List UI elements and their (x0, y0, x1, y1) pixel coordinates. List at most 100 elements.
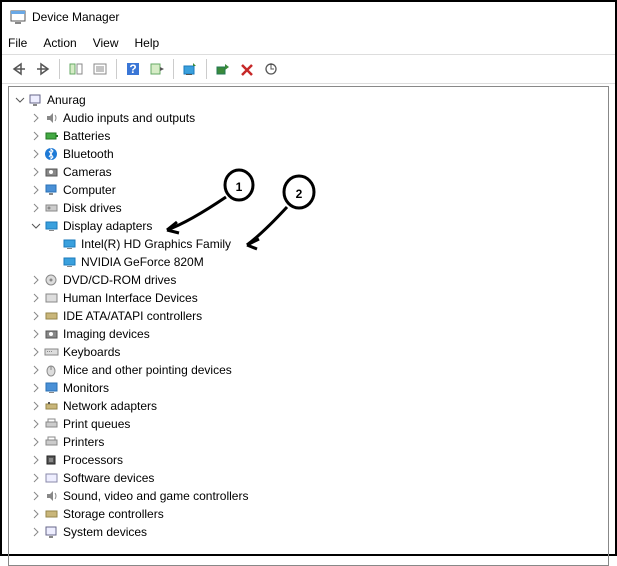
tree-item-system[interactable]: System devices (9, 523, 608, 541)
tree-item-hid[interactable]: Human Interface Devices (9, 289, 608, 307)
tree-item-batteries[interactable]: Batteries (9, 127, 608, 145)
tree-item-display-adapters[interactable]: Display adapters (9, 217, 608, 235)
toolbar-separator (116, 59, 117, 79)
expand-icon[interactable] (29, 311, 43, 321)
tree-item-imaging[interactable]: Imaging devices (9, 325, 608, 343)
menu-action[interactable]: Action (43, 36, 76, 50)
display-adapter-icon (61, 254, 79, 270)
speaker-icon (43, 110, 61, 126)
expand-icon[interactable] (29, 167, 43, 177)
expand-icon[interactable] (29, 419, 43, 429)
root-node[interactable]: Anurag (9, 91, 608, 109)
display-adapter-icon (61, 236, 79, 252)
tree-item-ide[interactable]: IDE ATA/ATAPI controllers (9, 307, 608, 325)
tree-item-label: NVIDIA GeForce 820M (81, 255, 204, 269)
tree-item-monitors[interactable]: Monitors (9, 379, 608, 397)
expand-icon[interactable] (29, 365, 43, 375)
expand-icon[interactable] (29, 527, 43, 537)
tree-item-label: Bluetooth (63, 147, 114, 161)
tree-item-label: System devices (63, 525, 147, 539)
expand-icon[interactable] (29, 149, 43, 159)
tree-item-audio[interactable]: Audio inputs and outputs (9, 109, 608, 127)
toolbar-separator (206, 59, 207, 79)
hid-icon (43, 290, 61, 306)
forward-button[interactable] (32, 58, 54, 80)
computer-icon (27, 92, 45, 108)
collapse-icon[interactable] (29, 221, 43, 231)
tree-item-mice[interactable]: Mice and other pointing devices (9, 361, 608, 379)
expand-icon[interactable] (29, 455, 43, 465)
titlebar: Device Manager (2, 2, 615, 32)
monitor-icon (43, 380, 61, 396)
tree-item-label: Display adapters (63, 219, 152, 233)
tree-item-label: Cameras (63, 165, 112, 179)
imaging-icon (43, 326, 61, 342)
expand-icon[interactable] (29, 347, 43, 357)
svg-text:?: ? (129, 62, 136, 76)
scan-hardware-button[interactable] (260, 58, 282, 80)
expand-icon[interactable] (29, 293, 43, 303)
expand-icon[interactable] (29, 329, 43, 339)
tree-item-label: Intel(R) HD Graphics Family (81, 237, 231, 251)
tree-item-disk-drives[interactable]: Disk drives (9, 199, 608, 217)
tree-item-sound[interactable]: Sound, video and game controllers (9, 487, 608, 505)
tree-item-software[interactable]: Software devices (9, 469, 608, 487)
tree-item-label: IDE ATA/ATAPI controllers (63, 309, 202, 323)
expand-icon[interactable] (29, 185, 43, 195)
tree-item-print-queues[interactable]: Print queues (9, 415, 608, 433)
tree-item-label: Audio inputs and outputs (63, 111, 195, 125)
uninstall-device-button[interactable] (236, 58, 258, 80)
expand-icon[interactable] (29, 437, 43, 447)
tree-item-label: Processors (63, 453, 123, 467)
tree-item-processors[interactable]: Processors (9, 451, 608, 469)
tree-item-intel-hd[interactable]: Intel(R) HD Graphics Family (9, 235, 608, 253)
tree-item-bluetooth[interactable]: Bluetooth (9, 145, 608, 163)
root-label: Anurag (47, 93, 86, 107)
expand-icon[interactable] (29, 491, 43, 501)
display-adapter-icon (43, 218, 61, 234)
tree-item-cameras[interactable]: Cameras (9, 163, 608, 181)
window-title: Device Manager (32, 10, 119, 24)
printer-icon (43, 416, 61, 432)
menubar: File Action View Help (2, 32, 615, 54)
expand-icon[interactable] (29, 203, 43, 213)
menu-help[interactable]: Help (135, 36, 160, 50)
update-driver-button[interactable] (179, 58, 201, 80)
expand-icon[interactable] (29, 383, 43, 393)
toolbar-separator (59, 59, 60, 79)
expand-icon[interactable] (29, 401, 43, 411)
tree-item-nvidia[interactable]: NVIDIA GeForce 820M (9, 253, 608, 271)
keyboard-icon (43, 344, 61, 360)
battery-icon (43, 128, 61, 144)
tree-item-label: Storage controllers (63, 507, 164, 521)
show-hide-tree-button[interactable] (65, 58, 87, 80)
device-tree[interactable]: Anurag Audio inputs and outputs Batterie… (8, 86, 609, 566)
expand-icon[interactable] (29, 473, 43, 483)
menu-view[interactable]: View (93, 36, 119, 50)
expand-icon[interactable] (29, 509, 43, 519)
software-icon (43, 470, 61, 486)
expand-icon[interactable] (29, 131, 43, 141)
cpu-icon (43, 452, 61, 468)
enable-device-button[interactable] (212, 58, 234, 80)
expand-icon[interactable] (29, 275, 43, 285)
tree-item-label: Computer (63, 183, 116, 197)
tree-item-storage[interactable]: Storage controllers (9, 505, 608, 523)
tree-item-network[interactable]: Network adapters (9, 397, 608, 415)
expand-icon[interactable] (29, 113, 43, 123)
action-button[interactable] (146, 58, 168, 80)
tree-item-keyboards[interactable]: Keyboards (9, 343, 608, 361)
tree-item-printers[interactable]: Printers (9, 433, 608, 451)
menu-file[interactable]: File (8, 36, 27, 50)
tree-item-label: Human Interface Devices (63, 291, 198, 305)
back-button[interactable] (8, 58, 30, 80)
properties-button[interactable] (89, 58, 111, 80)
system-icon (43, 524, 61, 540)
expand-icon[interactable] (13, 95, 27, 105)
tree-item-computer[interactable]: Computer (9, 181, 608, 199)
help-button[interactable]: ? (122, 58, 144, 80)
computer-icon (43, 182, 61, 198)
network-icon (43, 398, 61, 414)
tree-item-dvd[interactable]: DVD/CD-ROM drives (9, 271, 608, 289)
tree-item-label: Sound, video and game controllers (63, 489, 248, 503)
